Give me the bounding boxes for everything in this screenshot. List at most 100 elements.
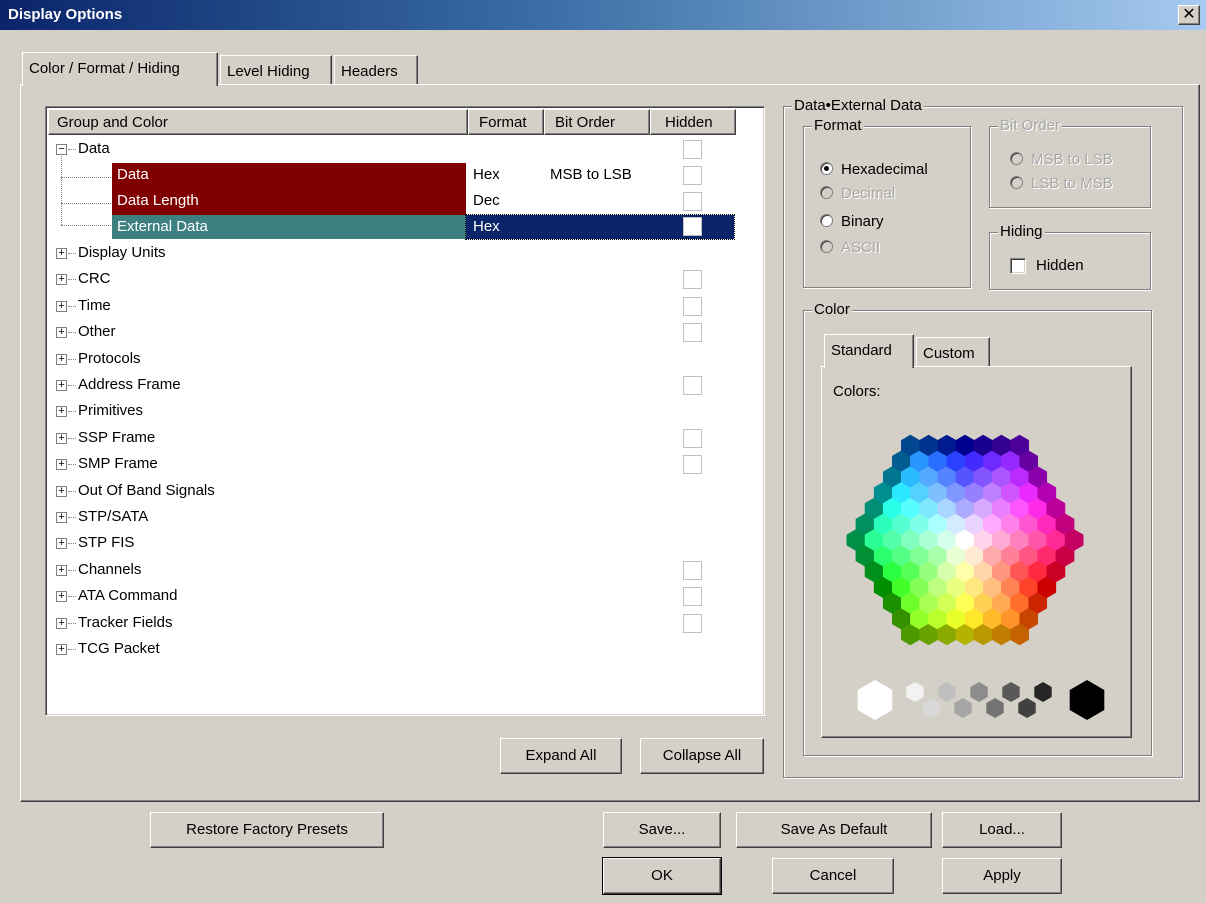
hidden-checkbox[interactable] bbox=[683, 587, 702, 607]
tree-child-data-length[interactable]: Data Length Dec bbox=[112, 189, 732, 215]
tree-connector bbox=[68, 543, 76, 545]
expand-icon[interactable]: + bbox=[56, 327, 67, 339]
tab-label: Custom bbox=[923, 345, 975, 362]
tree-group[interactable]: + Time bbox=[46, 294, 732, 320]
expand-icon[interactable]: + bbox=[56, 617, 67, 629]
hidden-checkbox[interactable] bbox=[683, 166, 702, 185]
hidden-checkbox[interactable] bbox=[683, 192, 702, 211]
gray-swatch[interactable] bbox=[954, 698, 972, 718]
expand-icon[interactable]: + bbox=[56, 485, 67, 497]
gray-swatch[interactable] bbox=[922, 698, 940, 718]
collapse-all-button[interactable]: Collapse All bbox=[640, 738, 764, 774]
tree-group[interactable]: + SMP Frame bbox=[46, 452, 732, 478]
group-color-grid[interactable]: Group and Color Format Bit Order Hidden … bbox=[45, 106, 765, 716]
tree-group-data[interactable]: − Data bbox=[46, 137, 732, 163]
white-swatch[interactable] bbox=[857, 680, 893, 720]
save-as-default-button[interactable]: Save As Default bbox=[736, 812, 932, 848]
gray-swatch[interactable] bbox=[970, 682, 988, 702]
close-button[interactable]: ✕ bbox=[1178, 5, 1200, 25]
radio-ascii[interactable]: ASCII bbox=[820, 239, 880, 256]
expand-icon[interactable]: + bbox=[56, 459, 67, 471]
tree-connector bbox=[68, 569, 76, 571]
tree-group[interactable]: + SSP Frame bbox=[46, 426, 732, 452]
radio-hexadecimal[interactable]: Hexadecimal bbox=[820, 161, 928, 178]
gray-swatch[interactable] bbox=[1034, 682, 1052, 702]
gray-swatch[interactable] bbox=[1002, 682, 1020, 702]
tree-group[interactable]: + ATA Command bbox=[46, 584, 732, 610]
expand-icon[interactable]: + bbox=[56, 564, 67, 576]
radio-label: Decimal bbox=[841, 185, 896, 202]
hidden-checkbox[interactable] bbox=[683, 613, 702, 633]
hidden-checkbox[interactable] bbox=[683, 296, 702, 316]
column-header-hidden[interactable]: Hidden bbox=[650, 109, 736, 135]
gray-swatch[interactable] bbox=[906, 682, 924, 702]
apply-button[interactable]: Apply bbox=[942, 858, 1062, 894]
tab-standard[interactable]: Standard bbox=[824, 334, 914, 368]
column-header-bit-order[interactable]: Bit Order bbox=[544, 109, 650, 135]
tree-group[interactable]: + STP/SATA bbox=[46, 505, 732, 531]
tree-group[interactable]: + Primitives bbox=[46, 399, 732, 425]
expand-icon[interactable]: + bbox=[56, 432, 67, 444]
gray-swatch[interactable] bbox=[938, 682, 956, 702]
black-swatch[interactable] bbox=[1069, 680, 1105, 720]
tree-group[interactable]: + Protocols bbox=[46, 347, 732, 373]
tree-group[interactable]: + Channels bbox=[46, 558, 732, 584]
expand-icon[interactable]: + bbox=[56, 353, 67, 365]
radio-label: Hexadecimal bbox=[841, 161, 928, 178]
checkbox-icon bbox=[1010, 258, 1026, 274]
checkbox-label: Hidden bbox=[1036, 257, 1084, 274]
hidden-checkbox[interactable] bbox=[683, 217, 702, 236]
tree-group[interactable]: + Other bbox=[46, 320, 732, 346]
column-header-format[interactable]: Format bbox=[468, 109, 544, 135]
gray-swatch[interactable] bbox=[1018, 698, 1036, 718]
tab-headers[interactable]: Headers bbox=[334, 55, 418, 85]
tree-group-label: Other bbox=[78, 323, 116, 341]
radio-binary[interactable]: Binary bbox=[820, 213, 884, 230]
expand-icon[interactable]: + bbox=[56, 300, 67, 312]
collapse-icon[interactable]: − bbox=[56, 144, 67, 155]
tree-group[interactable]: + Out Of Band Signals bbox=[46, 479, 732, 505]
tree-group-label: Tracker Fields bbox=[78, 613, 173, 631]
hidden-checkbox[interactable] bbox=[683, 455, 702, 475]
restore-factory-presets-button[interactable]: Restore Factory Presets bbox=[150, 812, 384, 848]
hidden-checkbox[interactable] bbox=[683, 140, 702, 159]
save-button[interactable]: Save... bbox=[603, 812, 721, 848]
expand-icon[interactable]: + bbox=[56, 406, 67, 418]
cancel-button[interactable]: Cancel bbox=[772, 858, 894, 894]
tree-connector bbox=[68, 253, 76, 254]
radio-decimal[interactable]: Decimal bbox=[820, 185, 895, 202]
hidden-checkbox[interactable] bbox=[683, 270, 702, 290]
column-header-group[interactable]: Group and Color bbox=[48, 109, 468, 135]
hidden-checkbox[interactable] bbox=[683, 323, 702, 343]
expand-icon[interactable]: + bbox=[56, 591, 67, 603]
tab-custom[interactable]: Custom bbox=[916, 337, 990, 367]
hidden-checkbox[interactable] bbox=[683, 428, 702, 448]
tree-group[interactable]: + STP FIS bbox=[46, 531, 732, 557]
color-honeycomb[interactable] bbox=[835, 420, 1125, 730]
tab-color-format-hiding[interactable]: Color / Format / Hiding bbox=[22, 52, 218, 86]
radio-msb-to-lsb[interactable]: MSB to LSB bbox=[1010, 151, 1113, 168]
expand-all-button[interactable]: Expand All bbox=[500, 738, 622, 774]
expand-icon[interactable]: + bbox=[56, 248, 67, 259]
expand-icon[interactable]: + bbox=[56, 644, 67, 655]
tab-level-hiding[interactable]: Level Hiding bbox=[220, 55, 332, 85]
tree-group[interactable]: + Tracker Fields bbox=[46, 611, 732, 637]
gray-swatch[interactable] bbox=[986, 698, 1004, 718]
tree-connector bbox=[68, 596, 76, 598]
expand-icon[interactable]: + bbox=[56, 538, 67, 550]
tree-group[interactable]: + Address Frame bbox=[46, 373, 732, 399]
hidden-checkbox[interactable] bbox=[683, 376, 702, 395]
ok-button[interactable]: OK bbox=[602, 857, 722, 895]
expand-icon[interactable]: + bbox=[56, 380, 67, 391]
tree-group[interactable]: + CRC bbox=[46, 267, 732, 293]
tree-child-external-data[interactable]: External Data Hex bbox=[112, 214, 735, 241]
tree-group[interactable]: + Display Units bbox=[46, 241, 732, 267]
tree-child-data[interactable]: Data Hex MSB to LSB bbox=[112, 163, 732, 189]
tree-group[interactable]: + TCG Packet bbox=[46, 637, 732, 663]
hidden-checkbox[interactable] bbox=[683, 560, 702, 580]
radio-label: MSB to LSB bbox=[1031, 151, 1113, 168]
radio-lsb-to-msb[interactable]: LSB to MSB bbox=[1010, 175, 1113, 192]
load-button[interactable]: Load... bbox=[942, 812, 1062, 848]
expand-icon[interactable]: + bbox=[56, 512, 67, 523]
expand-icon[interactable]: + bbox=[56, 274, 67, 286]
